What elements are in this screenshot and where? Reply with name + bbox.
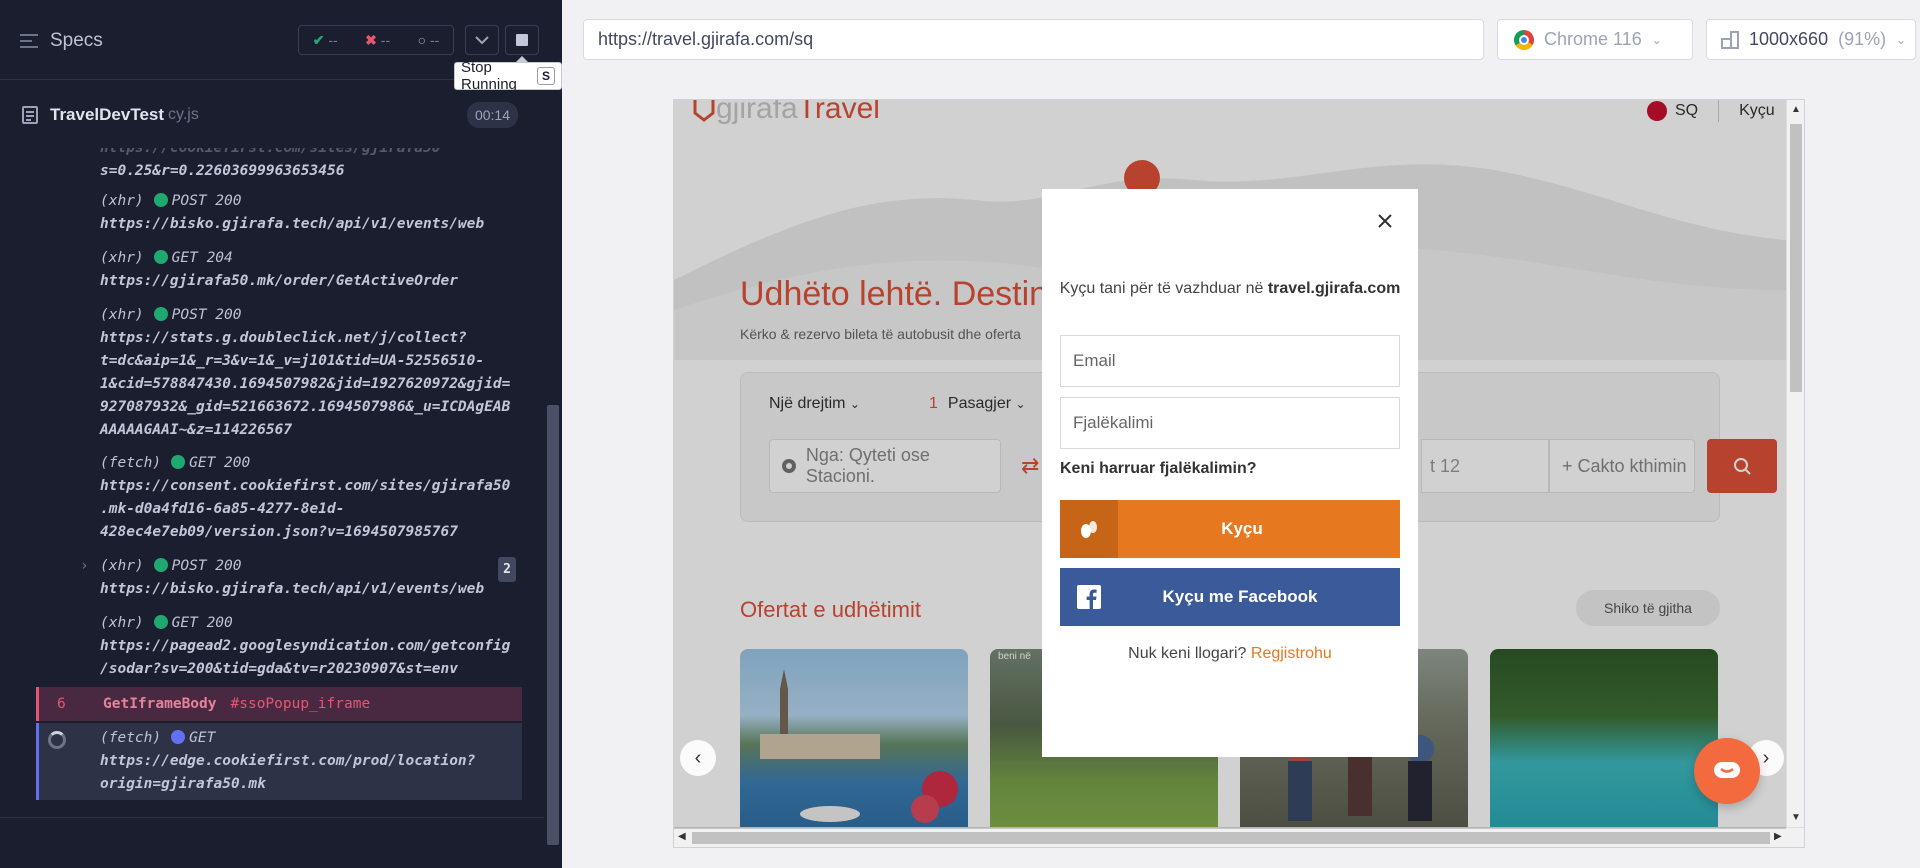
command-number: 6: [57, 696, 66, 712]
command-entry[interactable]: (xhr) GET 204 https://gjirafa50.mk/order/…: [36, 247, 522, 293]
stop-icon: [516, 34, 528, 46]
status-dot-icon: [153, 193, 168, 207]
document-icon: [22, 106, 38, 124]
stop-running-tooltip: Stop Running S: [454, 56, 562, 93]
command-entry[interactable]: (xhr) POST 200 https://bisko.gjirafa.tech…: [36, 190, 522, 236]
status-dot-icon: [153, 307, 168, 321]
email-field[interactable]: [1060, 335, 1400, 387]
scrollbar-thumb[interactable]: [547, 405, 559, 845]
password-field[interactable]: [1060, 397, 1400, 449]
specs-toggle[interactable]: Specs: [20, 30, 103, 52]
carousel-prev-icon[interactable]: ‹: [680, 740, 716, 776]
scroll-left-icon[interactable]: ◀: [678, 831, 686, 842]
status-dot-icon: [153, 558, 168, 572]
chrome-icon: [1514, 29, 1534, 50]
panel-scrollbar[interactable]: [544, 150, 562, 868]
status-dot-icon: [153, 615, 168, 629]
login-modal: Kyçu tani për të vazhduar në travel.gjir…: [1042, 189, 1418, 757]
scroll-right-icon[interactable]: ▶: [1774, 831, 1782, 842]
spec-file-header[interactable]: TravelDevTest cy.js 00:14: [0, 100, 540, 130]
travel-site: gjirafa Travel SQ Kyçu Udhëto lehtë. Dest…: [674, 100, 1786, 829]
iframe-vertical-scrollbar[interactable]: ▲ ▼: [1786, 100, 1804, 829]
login-prompt: Kyçu tani për të vazhduar në travel.gjir…: [1059, 280, 1401, 297]
status-dot-icon: [153, 250, 168, 264]
test-stats: ✔ -- ✖ -- ○ --: [298, 25, 454, 55]
failed-stat: ✖ --: [365, 31, 391, 48]
pending-stat: ○ --: [417, 32, 440, 48]
command-entry[interactable]: › 2 (xhr) POST 200 https://bisko.gjirafa.…: [36, 555, 522, 601]
chevron-down-icon: [475, 35, 489, 44]
menu-icon: [20, 34, 38, 48]
status-dot-icon: [171, 455, 186, 469]
command-name: GetIframeBody: [103, 696, 217, 712]
command-selector: #ssoPopup_iframe: [230, 696, 371, 712]
close-icon[interactable]: [1373, 209, 1397, 233]
chevron-down-icon: ⌄: [1896, 32, 1907, 47]
x-icon: ✖: [365, 31, 377, 48]
login-button[interactable]: Kyçu: [1060, 500, 1400, 558]
chat-icon: [1714, 762, 1740, 778]
list-item: https://cookiefirst.com/sites/gjirafa50 …: [100, 148, 441, 179]
command-entry[interactable]: (fetch) GET 200 https://consent.cookiefir…: [36, 452, 522, 544]
viewport-icon: [1721, 30, 1739, 49]
count-badge: 2: [498, 557, 516, 582]
chat-button[interactable]: [1694, 738, 1760, 804]
register-prompt: Nuk keni llogari? Regjistrohu: [1128, 645, 1332, 662]
chevron-down-icon: ⌄: [1651, 32, 1662, 47]
scroll-down-icon[interactable]: ▼: [1791, 812, 1801, 823]
aut-iframe: gjirafa Travel SQ Kyçu Udhëto lehtë. Dest…: [673, 99, 1805, 848]
command-log: https://cookiefirst.com/sites/gjirafa50 …: [36, 148, 522, 800]
run-timer: 00:14: [466, 102, 518, 128]
chevron-right-icon[interactable]: ›: [80, 555, 89, 578]
passed-stat: ✔ --: [312, 31, 338, 48]
status-dot-icon: [171, 730, 186, 744]
pending-command[interactable]: (fetch) GET https://edge.cookiefirst.com/…: [36, 723, 522, 800]
facebook-login-button[interactable]: Kyçu me Facebook: [1060, 568, 1400, 626]
viewport-info[interactable]: 1000x660 (91%) ⌄: [1706, 19, 1916, 60]
divider: [0, 817, 544, 818]
stop-button[interactable]: [505, 25, 539, 55]
gjirafa-leaf-icon: [1060, 500, 1118, 558]
pending-icon: ○: [417, 32, 427, 48]
register-link[interactable]: Regjistrohu: [1251, 645, 1332, 662]
command-entry[interactable]: (xhr) POST 200 https://stats.g.doubleclic…: [36, 304, 522, 442]
keyboard-shortcut: S: [536, 67, 555, 85]
spec-file-ext: cy.js: [168, 106, 199, 123]
scroll-up-icon[interactable]: ▲: [1791, 104, 1801, 115]
command-entry[interactable]: (xhr) GET 200 https://pagead2.googlesyndi…: [36, 612, 522, 681]
specs-label: Specs: [50, 30, 103, 51]
iframe-horizontal-scrollbar[interactable]: ◀ ▶: [674, 827, 1804, 847]
check-icon: ✔: [312, 31, 325, 48]
facebook-icon: [1060, 568, 1118, 626]
browser-selector[interactable]: Chrome 116 ⌄: [1497, 19, 1693, 60]
forgot-password-link[interactable]: Keni harruar fjalëkalimin?: [1060, 460, 1257, 478]
auto-scroll-button[interactable]: [465, 25, 499, 55]
scrollbar-thumb[interactable]: [692, 832, 1770, 844]
scrollbar-thumb[interactable]: [1790, 124, 1802, 392]
spec-file-name: TravelDevTest: [50, 105, 165, 124]
aut-url-bar[interactable]: https://travel.gjirafa.com/sq: [583, 19, 1484, 60]
active-command[interactable]: 6 GetIframeBody #ssoPopup_iframe: [36, 687, 522, 721]
cypress-command-panel: Specs ✔ -- ✖ -- ○ -- Stop Running S Trav…: [0, 0, 562, 868]
